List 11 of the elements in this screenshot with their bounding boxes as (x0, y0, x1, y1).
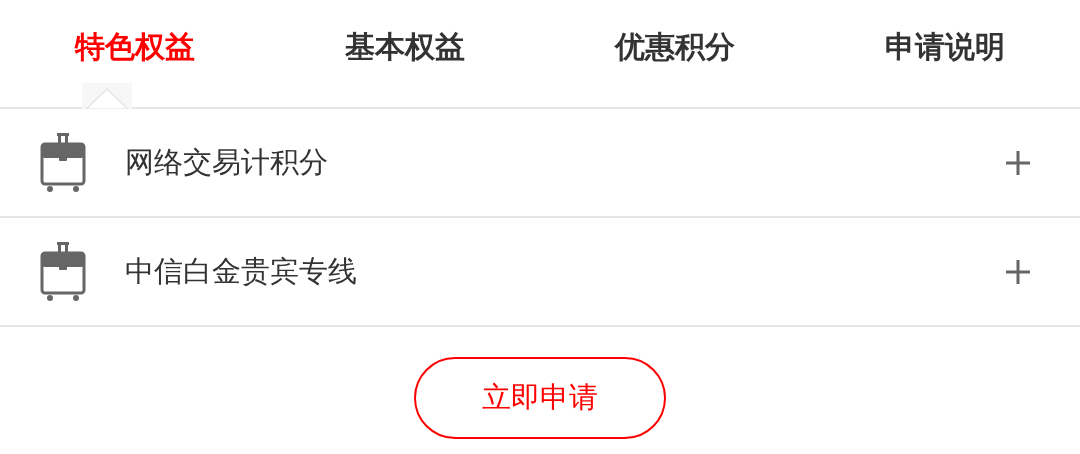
benefit-title[interactable]: 中信白金贵宾专线 (125, 249, 1006, 294)
tab[interactable]: 优惠积分 (615, 26, 735, 68)
plus-icon[interactable] (1006, 259, 1030, 284)
tab[interactable]: 申请说明 (885, 26, 1005, 68)
suitcase-icon (40, 131, 86, 194)
tab[interactable]: 基本权益 (345, 26, 465, 68)
benefit-title[interactable]: 网络交易计积分 (125, 140, 1006, 185)
tab[interactable]: 特色权益 (75, 26, 195, 68)
apply-button[interactable]: 立即申请 (414, 357, 666, 439)
plus-icon[interactable] (1006, 150, 1030, 175)
suitcase-icon (40, 240, 86, 303)
